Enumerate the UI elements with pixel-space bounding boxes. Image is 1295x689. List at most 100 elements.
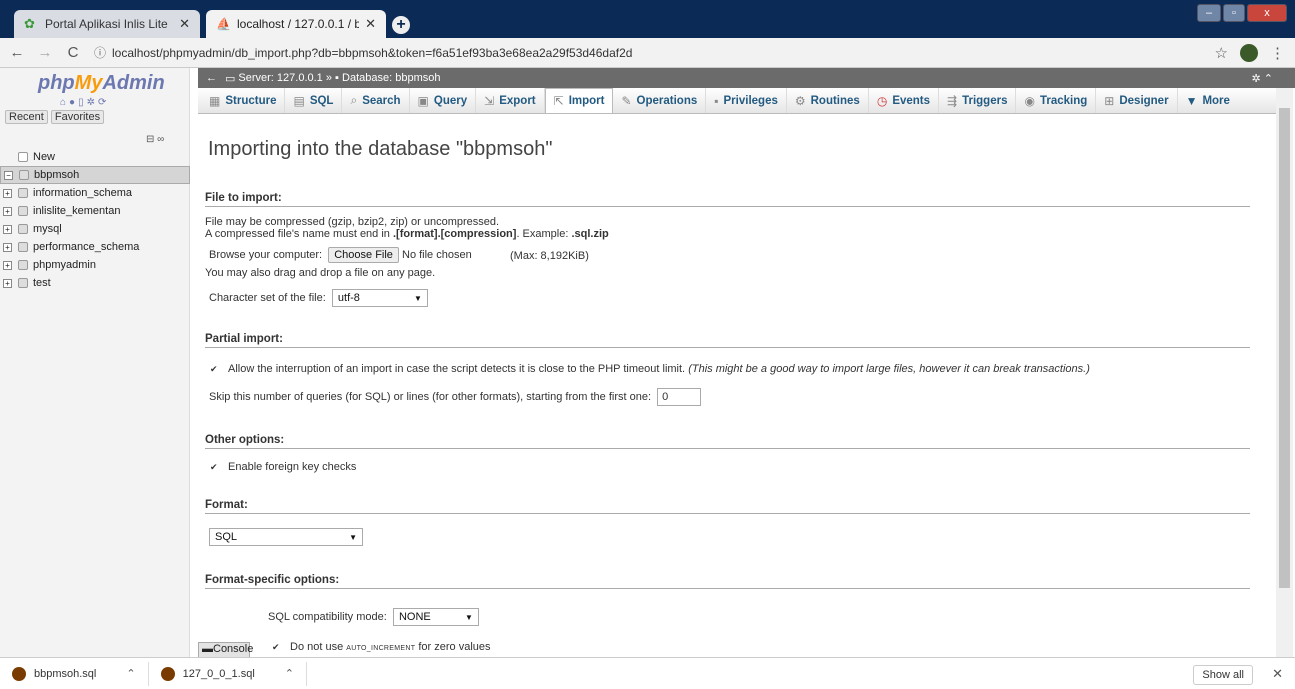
sql-file-icon	[160, 666, 175, 681]
chevron-up-icon[interactable]: ⌃	[285, 667, 294, 680]
tree-db-bbpmsoh[interactable]: − bbpmsoh	[0, 166, 190, 184]
tab-sql[interactable]: ▤ SQL	[285, 88, 343, 113]
recent-button[interactable]: Recent	[5, 110, 48, 124]
tab-label: Operations	[636, 94, 698, 107]
browse-label: Browse your computer:	[209, 249, 323, 261]
page-scrollbar[interactable]	[1276, 88, 1293, 657]
reload-icon[interactable]: C	[62, 44, 84, 61]
section-file-to-import: File to import:	[205, 192, 1250, 207]
back-arrow-icon[interactable]: ←	[206, 72, 217, 84]
tree-db[interactable]: + mysql	[0, 220, 190, 238]
collapse-icon[interactable]: −	[4, 170, 13, 180]
tab-import[interactable]: ⇱ Import	[544, 88, 614, 113]
chevron-down-icon: ▼	[465, 613, 473, 622]
favorites-button[interactable]: Favorites	[50, 110, 105, 124]
close-icon[interactable]: ✕	[179, 16, 190, 32]
logout-icon[interactable]: ●	[69, 97, 78, 108]
tab-events[interactable]: ◷ Events	[869, 88, 940, 113]
import-icon: ⇱	[553, 94, 564, 108]
console-toggle[interactable]: ▬Console	[198, 642, 253, 658]
tree-db[interactable]: + test	[0, 274, 190, 292]
collapse-link-icons[interactable]: ⊟ ∞	[146, 134, 164, 145]
reload-nav-icon[interactable]: ⟳	[98, 97, 109, 108]
settings-gear-icon[interactable]: ✲ ⌃	[1252, 72, 1274, 85]
profile-avatar[interactable]	[1240, 43, 1258, 62]
chevron-up-icon[interactable]: ⌃	[126, 667, 135, 680]
chevron-down-icon: ▼	[349, 533, 357, 542]
logo-admin: Admin	[102, 72, 165, 94]
download-filename: 127_0_0_1.sql	[182, 667, 255, 680]
new-tab-button[interactable]: +	[392, 16, 410, 34]
server-icon: ▭	[225, 72, 236, 85]
browser-titlebar: ✿ Portal Aplikasi Inlis Lite ✕ ⛵ localho…	[0, 0, 1295, 38]
expand-icon[interactable]: +	[3, 242, 12, 252]
forward-arrow-icon[interactable]: →	[34, 44, 56, 61]
tree-new[interactable]: New	[0, 148, 190, 166]
close-window-button[interactable]: x	[1247, 4, 1287, 22]
tab-label: Triggers	[962, 94, 1008, 107]
auto-increment-checkbox[interactable]: ✔	[272, 642, 282, 652]
tree-db[interactable]: + phpmyadmin	[0, 256, 190, 274]
compress-note-1: File may be compressed (gzip, bzip2, zip…	[205, 216, 500, 228]
nav-icon-row: ⌂●▯✲⟳	[60, 97, 189, 108]
tab-query[interactable]: ▣ Query	[410, 88, 477, 113]
skip-queries-input[interactable]: 0	[657, 388, 702, 406]
minimize-button[interactable]: –	[1197, 4, 1221, 22]
compat-select[interactable]: NONE ▼	[392, 608, 479, 626]
expand-icon[interactable]: +	[3, 224, 12, 234]
download-item[interactable]: 127_0_0_1.sql ⌃	[149, 661, 307, 686]
docs-icon[interactable]: ▯	[78, 97, 87, 108]
scrollbar-thumb[interactable]	[1279, 108, 1290, 588]
tree-db[interactable]: + information_schema	[0, 184, 190, 202]
main-content: Importing into the database "bbpmsoh" Fi…	[198, 114, 1276, 657]
close-icon[interactable]: ✕	[1272, 666, 1283, 682]
tab-more[interactable]: ▼ More	[1178, 88, 1238, 113]
tree-db[interactable]: + inlislite_kementan	[0, 202, 190, 220]
tab-search[interactable]: ⌕ Search	[342, 88, 410, 113]
choose-file-button[interactable]: Choose File	[328, 247, 399, 263]
tree-label: information_schema	[33, 187, 133, 199]
settings-icon[interactable]: ✲	[87, 97, 98, 108]
routines-icon: ⚙	[794, 93, 806, 108]
tree-db[interactable]: + performance_schema	[0, 238, 190, 256]
show-all-button[interactable]: Show all	[1193, 665, 1253, 685]
tab-export[interactable]: ⇲ Export	[476, 88, 545, 113]
url-text: localhost/phpmyadmin/db_import.php?db=bb…	[112, 46, 633, 60]
tab-label: Designer	[1119, 94, 1169, 107]
phpmyadmin-logo[interactable]: phpMyAdmin	[38, 72, 189, 95]
tab-routines[interactable]: ⚙ Routines	[787, 88, 869, 113]
home-icon[interactable]: ⌂	[60, 97, 69, 108]
fk-checks-checkbox[interactable]: ✔	[210, 462, 220, 472]
back-arrow-icon[interactable]: ←	[6, 44, 28, 61]
tab-tracking[interactable]: ◉ Tracking	[1016, 88, 1097, 113]
compat-label: SQL compatibility mode:	[268, 611, 387, 623]
tab-privileges[interactable]: ▪ Privileges	[706, 88, 787, 113]
browser-tab-portal[interactable]: ✿ Portal Aplikasi Inlis Lite ✕	[14, 10, 200, 38]
auto-inc-text: for zero values	[415, 641, 491, 653]
menu-kebab-icon[interactable]: ⋮	[1270, 44, 1285, 62]
expand-icon[interactable]: +	[3, 278, 12, 288]
url-field[interactable]: ⓘ localhost/phpmyadmin/db_import.php?db=b…	[94, 44, 1215, 61]
expand-icon[interactable]: +	[3, 206, 12, 216]
charset-select[interactable]: utf-8 ▼	[331, 289, 428, 307]
browser-tab-phpmyadmin[interactable]: ⛵ localhost / 127.0.0.1 / bbpmsoh | ✕	[206, 10, 386, 38]
database-icon	[19, 170, 29, 180]
format-select[interactable]: SQL ▼	[209, 528, 363, 546]
bookmark-star-icon[interactable]: ☆	[1215, 44, 1228, 62]
tab-structure[interactable]: ▦ Structure	[201, 88, 286, 113]
expand-icon[interactable]: +	[3, 260, 12, 270]
maximize-button[interactable]: ▫	[1223, 4, 1245, 22]
structure-icon: ▦	[209, 93, 221, 108]
download-item[interactable]: bbpmsoh.sql ⌃	[0, 661, 149, 686]
tab-designer[interactable]: ⊞ Designer	[1096, 88, 1178, 113]
allow-interrupt-checkbox[interactable]: ✔	[210, 364, 220, 374]
section-other-options: Other options:	[205, 434, 1250, 449]
breadcrumb-server[interactable]: Server: 127.0.0.1	[238, 72, 322, 84]
breadcrumb-database[interactable]: Database: bbpmsoh	[342, 72, 440, 84]
close-icon[interactable]: ✕	[365, 16, 376, 32]
fk-checks-label: Enable foreign key checks	[228, 461, 357, 473]
tab-operations[interactable]: ✎ Operations	[613, 88, 707, 113]
expand-icon[interactable]: +	[3, 188, 12, 198]
tab-triggers[interactable]: ⇶ Triggers	[939, 88, 1017, 113]
format-value: SQL	[215, 531, 238, 543]
